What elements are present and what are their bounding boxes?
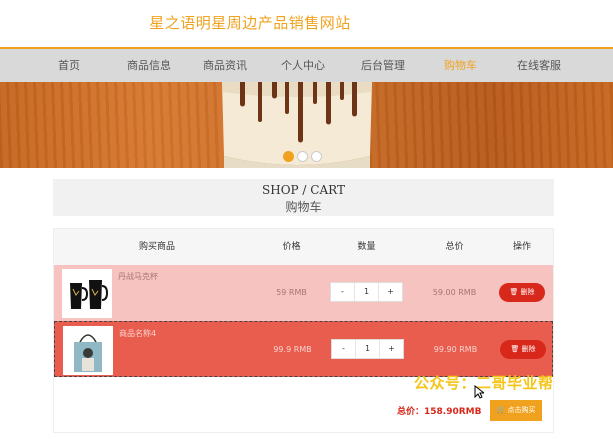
nav-item-home[interactable]: 首页 (58, 49, 80, 82)
nav-item-products[interactable]: 商品信息 (127, 49, 171, 82)
qty-value[interactable]: 1 (354, 283, 379, 301)
delete-button[interactable]: 🗑 删除 (499, 283, 545, 302)
product-thumbnail[interactable] (63, 326, 113, 375)
qty-increment-button[interactable]: + (380, 340, 403, 358)
trash-icon: 🗑 (510, 345, 520, 353)
row-subtotal: 99.90 RMB (433, 345, 478, 354)
cart-table-header: 购买商品 价格 数量 总价 操作 (54, 229, 553, 265)
delete-label: 删除 (521, 345, 536, 353)
page-heading: SHOP / CART 购物车 (53, 179, 554, 216)
carousel-dot-3[interactable] (311, 151, 322, 162)
col-price: 价格 (282, 242, 301, 252)
trash-icon: 🗑 (509, 288, 519, 296)
page-heading-cn: 购物车 (285, 200, 322, 214)
carousel-dot-2[interactable] (297, 151, 308, 162)
delete-button[interactable]: 🗑 删除 (500, 340, 546, 359)
product-thumbnail[interactable] (62, 269, 112, 318)
qty-increment-button[interactable]: + (379, 283, 402, 301)
product-price: 99.9 RMB (273, 345, 312, 354)
qty-decrement-button[interactable]: - (332, 340, 355, 358)
checkout-button[interactable]: 🛒 点击购买 (490, 400, 542, 421)
qty-value[interactable]: 1 (355, 340, 380, 358)
cart-total-label: 总价： (397, 407, 425, 417)
col-product: 购买商品 (138, 242, 175, 252)
mouse-cursor-icon (474, 385, 484, 399)
nav-item-admin[interactable]: 后台管理 (361, 49, 405, 82)
cart-icon: 🛒 (496, 406, 506, 414)
page-heading-en: SHOP / CART (262, 183, 345, 197)
cart-total: 总价：158.90RMB (397, 404, 482, 417)
delete-label: 删除 (520, 288, 535, 296)
nav-item-profile[interactable]: 个人中心 (281, 49, 325, 82)
site-title: 星之语明星周边产品销售网站 (149, 14, 351, 32)
tote-bag-image (63, 326, 113, 375)
col-actions: 操作 (512, 242, 531, 252)
cart-row: 商品名称4 99.9 RMB - 1 + 99.90 RMB 🗑 删除 (54, 321, 553, 377)
col-qty: 数量 (357, 242, 376, 252)
product-price: 59 RMB (276, 288, 307, 297)
col-subtotal: 总价 (445, 242, 464, 252)
product-name[interactable]: 商品名称4 (119, 328, 156, 339)
nav-item-support[interactable]: 在线客服 (517, 49, 561, 82)
carousel-dots (283, 151, 322, 162)
main-nav: 首页 商品信息 商品资讯 个人中心 后台管理 购物车 在线客服 (0, 47, 613, 82)
nav-item-news[interactable]: 商品资讯 (203, 49, 247, 82)
checkout-label: 点击购买 (507, 406, 536, 414)
nav-item-cart[interactable]: 购物车 (444, 49, 477, 82)
carousel-dot-1[interactable] (283, 151, 294, 162)
mug-pair-image (62, 269, 112, 318)
quantity-stepper: - 1 + (331, 339, 404, 359)
cart-total-value: 158.90RMB (424, 407, 482, 417)
qty-decrement-button[interactable]: - (331, 283, 354, 301)
row-subtotal: 59.00 RMB (432, 288, 477, 297)
cart-row: 丹战马克杯 59 RMB - 1 + 59.00 RMB 🗑 删除 (54, 265, 553, 321)
product-name[interactable]: 丹战马克杯 (118, 271, 158, 282)
cart-table: 购买商品 价格 数量 总价 操作 丹战马克杯 59 RMB - 1 + 59.0… (53, 228, 554, 433)
quantity-stepper: - 1 + (330, 282, 403, 302)
